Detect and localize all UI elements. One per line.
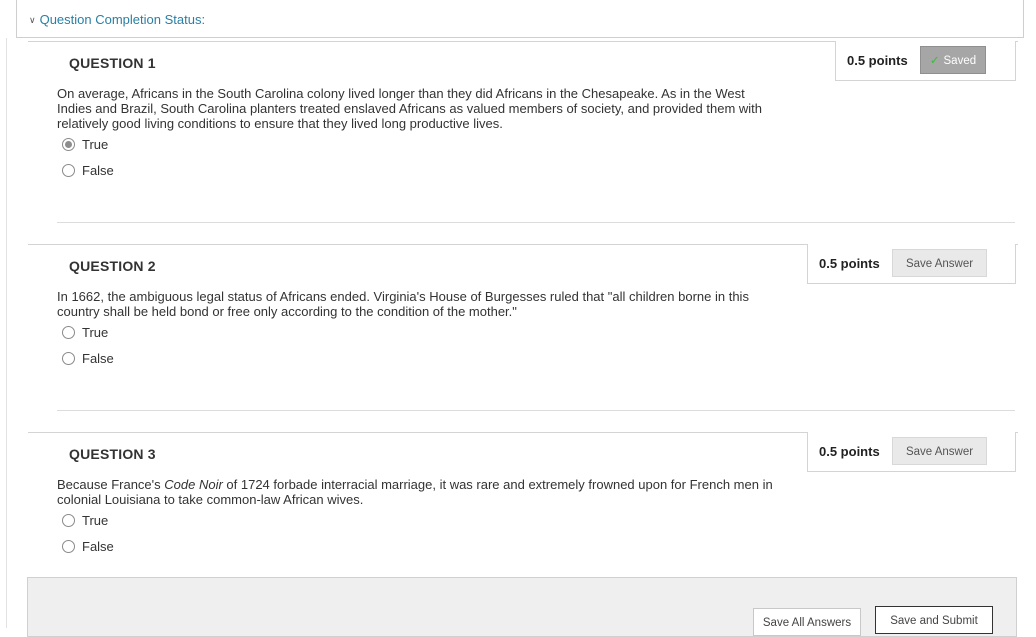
option-false[interactable]: False — [62, 351, 114, 367]
points-box: 0.5 points Save Answer — [807, 244, 1016, 284]
question-text: Because France's Code Noir of 1724 forba… — [57, 477, 777, 507]
radio-true[interactable] — [62, 514, 75, 528]
option-true[interactable]: True — [62, 137, 108, 153]
points-box: 0.5 points ✓ Saved — [835, 41, 1016, 81]
option-true[interactable]: True — [62, 513, 108, 529]
radio-true[interactable] — [62, 326, 75, 340]
radio-true[interactable] — [62, 138, 75, 152]
save-answer-button[interactable]: Save Answer — [892, 249, 987, 277]
option-false[interactable]: False — [62, 539, 114, 555]
option-false-label: False — [82, 351, 114, 366]
radio-false[interactable] — [62, 164, 75, 178]
question-text-part: Because France's — [57, 477, 165, 492]
question-separator — [57, 222, 1015, 223]
question-title: QUESTION 2 — [69, 258, 156, 274]
question-title: QUESTION 3 — [69, 446, 156, 462]
radio-false[interactable] — [62, 352, 75, 366]
points-box: 0.5 points Save Answer — [807, 432, 1016, 472]
question-1: QUESTION 1 0.5 points ✓ Saved On average,… — [28, 41, 1018, 231]
option-false-label: False — [82, 539, 114, 554]
completion-status-bar: ∨ Question Completion Status: — [16, 0, 1024, 38]
question-separator — [57, 410, 1015, 411]
submit-footer: Save All Answers Save and Submit — [27, 577, 1017, 637]
points-label: 0.5 points — [847, 53, 908, 68]
question-text-italic: Code Noir — [164, 477, 223, 492]
points-label: 0.5 points — [819, 444, 880, 459]
save-all-answers-button[interactable]: Save All Answers — [753, 608, 861, 636]
option-true-label: True — [82, 325, 109, 340]
question-text: In 1662, the ambiguous legal status of A… — [57, 289, 749, 319]
radio-false[interactable] — [62, 540, 75, 554]
question-2: QUESTION 2 0.5 points Save Answer In 166… — [28, 244, 1018, 424]
points-label: 0.5 points — [819, 256, 880, 271]
save-and-submit-button[interactable]: Save and Submit — [875, 606, 993, 634]
saved-button-label: Saved — [943, 55, 977, 67]
chevron-down-icon: ∨ — [29, 15, 36, 25]
completion-status-toggle[interactable]: ∨ Question Completion Status: — [29, 12, 205, 27]
option-false-label: False — [82, 163, 114, 178]
checkmark-icon: ✓ — [929, 55, 940, 67]
question-text: On average, Africans in the South Caroli… — [57, 86, 763, 131]
left-border — [6, 38, 7, 628]
option-true[interactable]: True — [62, 325, 108, 341]
option-false[interactable]: False — [62, 163, 114, 179]
question-3: QUESTION 3 0.5 points Save Answer Becaus… — [28, 432, 1018, 572]
question-title: QUESTION 1 — [69, 55, 156, 71]
option-true-label: True — [82, 513, 109, 528]
save-answer-button[interactable]: Save Answer — [892, 437, 987, 465]
saved-button[interactable]: ✓ Saved — [920, 46, 986, 74]
completion-status-label: Question Completion Status: — [39, 12, 206, 27]
option-true-label: True — [82, 137, 109, 152]
